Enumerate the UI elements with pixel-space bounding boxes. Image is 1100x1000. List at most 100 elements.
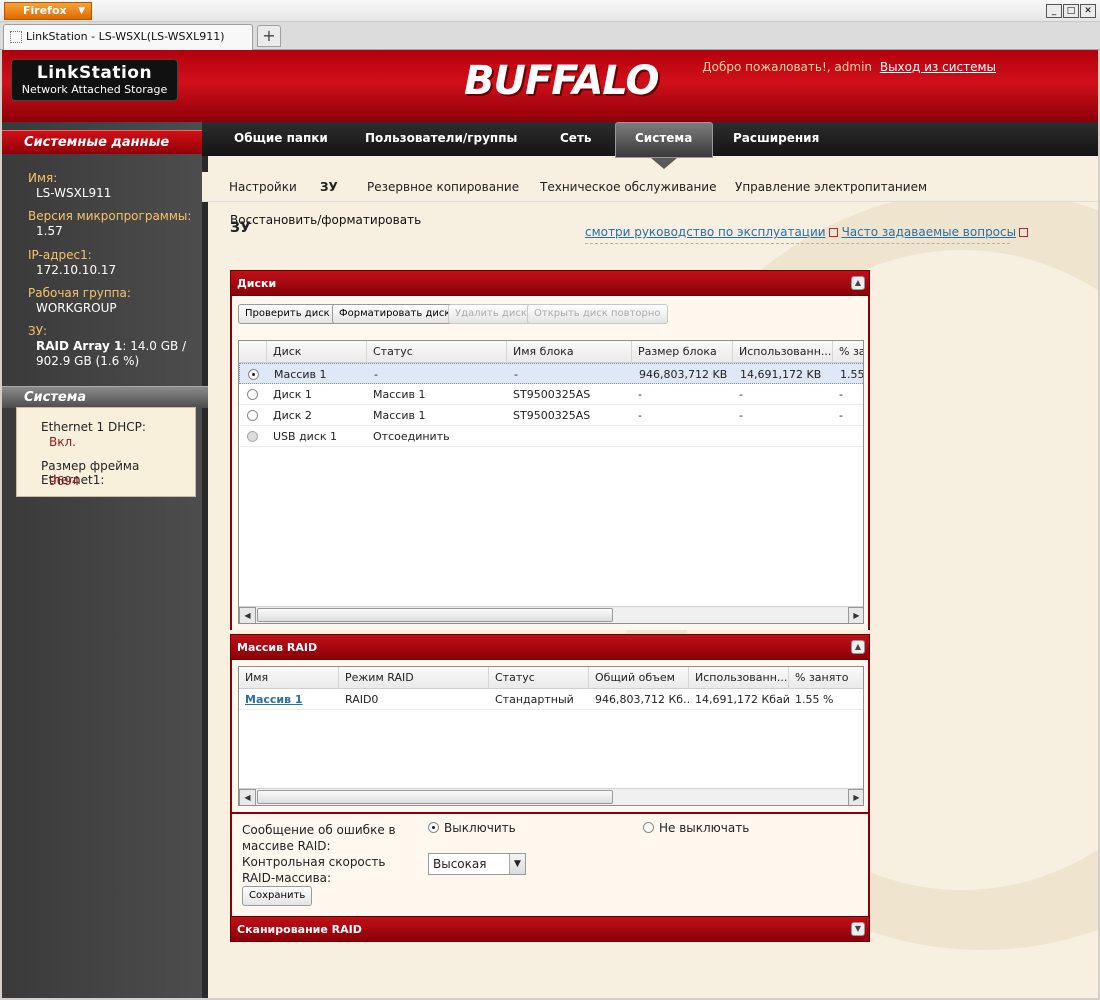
browser-tab[interactable]: LinkStation - LS-WSXL(LS-WSXL911)	[3, 24, 253, 50]
subnav-storage[interactable]: ЗУ	[320, 180, 338, 194]
format-disk-button[interactable]: Форматировать диск	[332, 304, 458, 324]
nav-users-groups[interactable]: Пользователи/группы	[365, 131, 517, 145]
scroll-left-icon[interactable]: ◀	[239, 607, 256, 623]
expand-icon[interactable]: ▼	[851, 922, 865, 936]
column-block-size[interactable]: Размер блока	[632, 341, 733, 363]
storage-label: ЗУ:	[28, 324, 48, 338]
cell-disk: Массив 1	[274, 368, 327, 381]
table-row[interactable]: Массив 1 RAID0 Стандартный 946,803,712 К…	[239, 689, 863, 710]
scroll-right-icon[interactable]: ▶	[848, 607, 863, 623]
maximize-icon[interactable]: □	[1063, 4, 1079, 18]
breadcrumb[interactable]: Восстановить/форматировать	[230, 213, 421, 227]
row-radio[interactable]	[247, 389, 258, 400]
scrollbar-thumb[interactable]	[257, 608, 613, 622]
sub-nav: Настройки ЗУ Резервное копирование Техни…	[202, 172, 1098, 202]
sidebar-edge	[202, 122, 208, 998]
horizontal-scrollbar[interactable]: ◀ ▶	[239, 606, 863, 623]
disks-grid: Диск Статус Имя блока Размер блока Испол…	[238, 340, 864, 624]
radio-enable[interactable]	[428, 822, 439, 833]
table-row[interactable]: USB диск 1 Отсоединить	[239, 426, 863, 447]
disks-panel-header[interactable]: Диски ▲	[230, 270, 870, 296]
cell-disk: Диск 1	[273, 388, 312, 401]
cell-disk: USB диск 1	[273, 430, 338, 443]
logout-link[interactable]: Выход из системы	[880, 60, 996, 74]
column-used[interactable]: Использованн...	[689, 667, 789, 689]
manual-link[interactable]: смотри руководство по эксплуатации	[585, 225, 826, 239]
close-icon[interactable]: ✕	[1080, 4, 1096, 18]
raid-panel-header[interactable]: Массив RAID ▲	[230, 634, 870, 660]
workgroup-value: WORKGROUP	[36, 301, 117, 315]
column-raid-mode[interactable]: Режим RAID	[339, 667, 489, 689]
table-row[interactable]: Массив 1 - - 946,803,712 KB 14,691,172 K…	[239, 363, 863, 384]
storage-usage: : 14.0 GB /	[122, 339, 187, 353]
minimize-icon[interactable]: _	[1046, 4, 1062, 18]
name-label: Имя:	[28, 171, 58, 185]
column-name[interactable]: Имя	[239, 667, 339, 689]
raid-speed-select[interactable]: Высокая ▼	[428, 853, 526, 875]
nav-system[interactable]: Система	[635, 131, 692, 145]
raid-scan-panel-header[interactable]: Сканирование RAID ▼	[230, 916, 870, 942]
frame-size-value: 9694	[49, 474, 80, 488]
linkstation-logo: LinkStation Network Attached Storage	[11, 59, 178, 101]
column-percent[interactable]: % занят	[833, 341, 863, 363]
subnav-settings[interactable]: Настройки	[229, 180, 297, 194]
firefox-menu-button[interactable]: Firefox ▼	[4, 2, 92, 20]
subnav-backup[interactable]: Резервное копирование	[367, 180, 519, 194]
column-total[interactable]: Общий объем	[589, 667, 689, 689]
table-row[interactable]: Диск 1 Массив 1 ST9500325AS - - -	[239, 384, 863, 405]
logo-subtitle: Network Attached Storage	[21, 83, 168, 96]
disks-panel-body: Проверить диск Форматировать диск Удалит…	[230, 296, 870, 630]
cell-percent: -	[839, 388, 843, 401]
error-enable-option[interactable]: Выключить	[428, 821, 516, 835]
buffalo-logo: BUFFALO	[464, 58, 659, 104]
scroll-left-icon[interactable]: ◀	[239, 789, 256, 805]
help-links: смотри руководство по эксплуатации Часто …	[585, 225, 1032, 239]
nav-network[interactable]: Сеть	[560, 131, 592, 145]
horizontal-scrollbar[interactable]: ◀ ▶	[239, 788, 863, 805]
check-disk-button[interactable]: Проверить диск	[238, 304, 337, 324]
welcome-message: Добро пожаловать!, admin	[702, 60, 873, 74]
workgroup-label: Рабочая группа:	[28, 286, 131, 300]
column-percent[interactable]: % занято	[789, 667, 863, 689]
faq-link[interactable]: Часто задаваемые вопросы	[842, 225, 1017, 239]
nav-active-arrow	[651, 158, 677, 169]
cell-status: Стандартный	[495, 693, 574, 706]
column-block-name[interactable]: Имя блока	[507, 341, 632, 363]
tab-title: LinkStation - LS-WSXL(LS-WSXL911)	[26, 30, 225, 43]
cell-percent	[833, 426, 863, 447]
browser-titlebar: Firefox ▼ _ □ ✕	[0, 0, 1100, 22]
nav-extensions[interactable]: Расширения	[733, 131, 819, 145]
nav-shared-folders[interactable]: Общие папки	[234, 131, 328, 145]
firmware-label: Версия микропрограммы:	[28, 209, 192, 223]
cell-total: 946,803,712 Кб...	[595, 693, 689, 706]
chevron-down-icon: ▼	[78, 6, 85, 16]
storage-value: RAID Array 1: 14.0 GB /	[36, 339, 186, 353]
scroll-right-icon[interactable]: ▶	[848, 789, 863, 805]
column-status[interactable]: Статус	[367, 341, 507, 363]
chevron-down-icon: ▼	[509, 854, 525, 874]
save-button[interactable]: Сохранить	[242, 886, 313, 906]
cell-block-name: ST9500325AS	[513, 388, 591, 401]
page-title: ЗУ	[230, 220, 251, 236]
remove-disk-button[interactable]: Удалить диск	[448, 304, 534, 324]
column-used[interactable]: Использованн...	[733, 341, 833, 363]
raid-array-link[interactable]: Массив 1	[239, 689, 339, 710]
collapse-icon[interactable]: ▲	[851, 276, 865, 290]
raid-scan-title: Сканирование RAID	[237, 923, 362, 936]
subnav-maintenance[interactable]: Техническое обслуживание	[540, 180, 717, 194]
column-disk[interactable]: Диск	[267, 341, 367, 363]
welcome-text: Добро пожаловать!, admin Выход из систем…	[702, 60, 996, 74]
reopen-disk-button[interactable]: Открыть диск повторно	[527, 304, 668, 324]
radio-disable[interactable]	[643, 822, 654, 833]
column-status[interactable]: Статус	[489, 667, 589, 689]
row-radio[interactable]	[247, 431, 258, 442]
subnav-power[interactable]: Управление электропитанием	[735, 180, 927, 194]
collapse-icon[interactable]: ▲	[851, 640, 865, 654]
table-row[interactable]: Диск 2 Массив 1 ST9500325AS - - -	[239, 405, 863, 426]
row-radio[interactable]	[247, 410, 258, 421]
scrollbar-thumb[interactable]	[257, 790, 613, 804]
new-tab-button[interactable]: +	[257, 25, 281, 47]
row-radio[interactable]	[248, 369, 259, 380]
error-label-line2: массиве RAID:	[242, 839, 331, 853]
error-disable-option[interactable]: Не выключать	[643, 821, 749, 835]
